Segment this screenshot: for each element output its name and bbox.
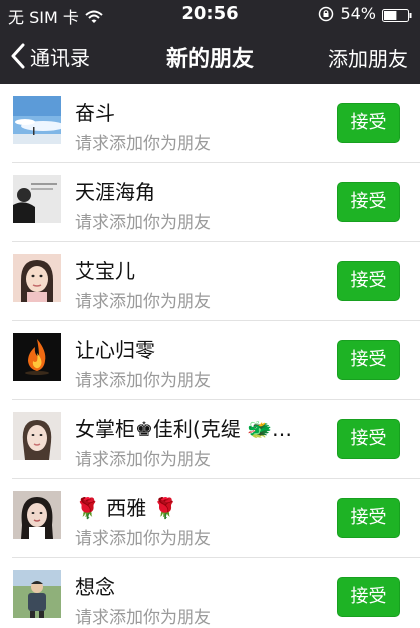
friend-request-row[interactable]: 🌹 西雅 🌹 请求添加你为朋友 接受 — [0, 479, 420, 558]
back-button[interactable]: 通讯录 — [10, 38, 90, 74]
accept-button[interactable]: 接受 — [337, 261, 400, 301]
request-message: 请求添加你为朋友 — [75, 292, 211, 312]
requester-name: 天涯海角 — [75, 180, 155, 204]
man-photo-avatar[interactable] — [13, 570, 61, 618]
header: 无 SIM 卡 20:56 54% 通讯录 新的朋友 添加朋友 — [0, 0, 420, 84]
back-chevron-icon — [10, 43, 26, 69]
girl-photo-avatar[interactable] — [13, 254, 61, 302]
request-message: 请求添加你为朋友 — [75, 608, 211, 628]
status-bar: 无 SIM 卡 20:56 54% — [0, 0, 420, 28]
requester-name: 想念 — [75, 575, 115, 599]
request-message: 请求添加你为朋友 — [75, 450, 211, 470]
request-message: 请求添加你为朋友 — [75, 213, 211, 233]
fire-avatar[interactable] — [13, 333, 61, 381]
requester-name: 奋斗 — [75, 101, 115, 125]
accept-button[interactable]: 接受 — [337, 340, 400, 380]
request-message: 请求添加你为朋友 — [75, 134, 211, 154]
status-right: 54% — [318, 4, 412, 23]
friend-request-row[interactable]: 天涯海角 请求添加你为朋友 接受 — [0, 163, 420, 242]
battery-icon — [382, 7, 412, 22]
accept-button[interactable]: 接受 — [337, 577, 400, 617]
friend-request-list: 奋斗 请求添加你为朋友 接受 天涯海角 请求添加你为朋友 接受 艾宝儿 请求添加… — [0, 84, 420, 628]
request-message: 请求添加你为朋友 — [75, 371, 211, 391]
requester-name: 让心归零 — [75, 338, 155, 362]
back-label: 通讯录 — [30, 45, 90, 70]
add-friend-button[interactable]: 添加朋友 — [328, 43, 408, 72]
friend-request-row[interactable]: 艾宝儿 请求添加你为朋友 接受 — [0, 242, 420, 321]
requester-name: 女掌柜♚佳利(克缇 🐲… — [75, 417, 292, 441]
friend-request-row[interactable]: 想念 请求添加你为朋友 接受 — [0, 558, 420, 628]
friend-request-row[interactable]: 女掌柜♚佳利(克缇 🐲… 请求添加你为朋友 接受 — [0, 400, 420, 479]
friend-request-row[interactable]: 让心归零 请求添加你为朋友 接受 — [0, 321, 420, 400]
sky-photo-avatar[interactable] — [13, 96, 61, 144]
accept-button[interactable]: 接受 — [337, 498, 400, 538]
woman-photo-avatar[interactable] — [13, 412, 61, 460]
request-message: 请求添加你为朋友 — [75, 529, 211, 549]
battery-percent: 54% — [340, 4, 376, 23]
nav-bar: 通讯录 新的朋友 添加朋友 — [0, 28, 420, 84]
screen: 无 SIM 卡 20:56 54% 通讯录 新的朋友 添加朋友 奋斗 请求添加你… — [0, 0, 420, 628]
requester-name: 艾宝儿 — [75, 259, 135, 283]
friend-request-row[interactable]: 奋斗 请求添加你为朋友 接受 — [0, 84, 420, 163]
accept-button[interactable]: 接受 — [337, 419, 400, 459]
person-photo-avatar[interactable] — [13, 175, 61, 223]
requester-name: 🌹 西雅 🌹 — [75, 496, 178, 520]
accept-button[interactable]: 接受 — [337, 182, 400, 222]
accept-button[interactable]: 接受 — [337, 103, 400, 143]
rotation-lock-icon — [318, 6, 334, 22]
woman-photo-avatar[interactable] — [13, 491, 61, 539]
